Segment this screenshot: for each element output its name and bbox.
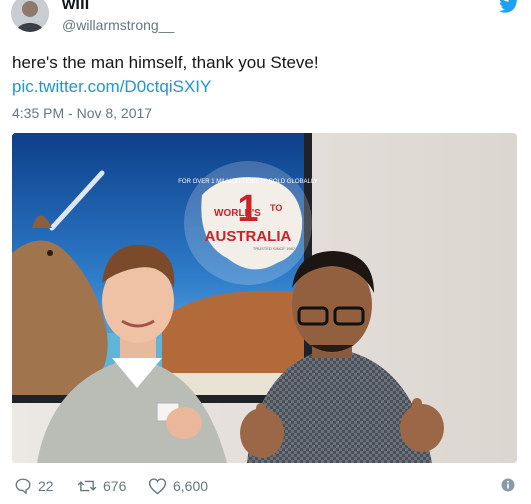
badge-australia-text: AUSTRALIA: [205, 228, 292, 245]
author-handle[interactable]: @willarmstrong__: [62, 16, 174, 34]
badge-arc-text: FOR OVER 1 MILLION TICKETS SOLD GLOBALLY: [178, 179, 318, 185]
tweet-timestamp[interactable]: 4:35 PM - Nov 8, 2017: [12, 104, 152, 122]
reply-icon: [15, 478, 31, 495]
like-button[interactable]: 6,600: [148, 475, 208, 497]
tweet-actions: 22 676 6,600: [0, 472, 531, 500]
badge-number: 1: [237, 188, 258, 230]
tweet-text: here's the man himself, thank you Steve!: [12, 53, 319, 72]
badge-since-text: TRUSTED SINCE 1987: [253, 246, 296, 251]
retweet-icon: [77, 480, 97, 492]
like-count: 6,600: [173, 478, 209, 494]
reply-count: 22: [38, 478, 54, 494]
author-display-name[interactable]: will: [62, 0, 89, 14]
retweet-count: 676: [103, 478, 127, 494]
heart-icon: [148, 478, 167, 495]
badge-to-text: TO: [270, 203, 282, 213]
info-icon[interactable]: [501, 478, 515, 492]
avatar[interactable]: [11, 0, 49, 32]
tweet-photo-illustration: FOR OVER 1 MILLION TICKETS SOLD GLOBALLY…: [12, 133, 517, 463]
tweet-media-link[interactable]: pic.twitter.com/D0ctqiSXIY: [12, 76, 211, 98]
twitter-bird-icon[interactable]: [499, 0, 519, 14]
reply-button[interactable]: 22: [14, 475, 54, 497]
tweet-header: will @willarmstrong__: [0, 0, 531, 40]
retweet-button[interactable]: 676: [77, 475, 126, 497]
tweet-photo[interactable]: FOR OVER 1 MILLION TICKETS SOLD GLOBALLY…: [12, 133, 517, 463]
